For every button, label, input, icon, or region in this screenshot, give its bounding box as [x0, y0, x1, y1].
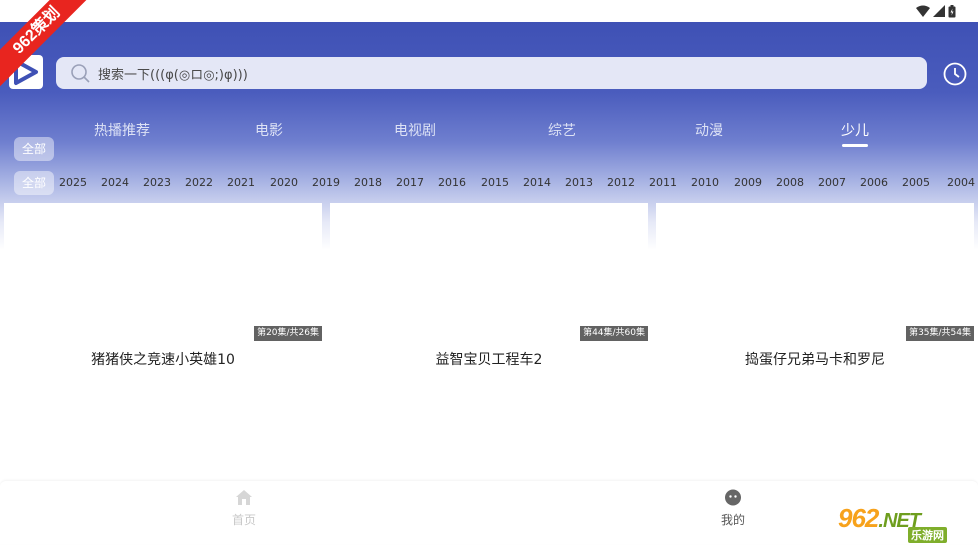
video-thumbnail [4, 203, 322, 341]
wifi-icon [916, 5, 930, 17]
tab-label: 电影 [255, 123, 283, 139]
year-chip[interactable]: 2025 [52, 176, 94, 189]
tab-movie[interactable]: 电影 [224, 120, 314, 150]
chip-label: 全部 [22, 142, 47, 156]
year-chip[interactable]: 2019 [305, 176, 347, 189]
video-card[interactable]: 第20集/共26集 猪猪侠之竞速小英雄10 [4, 203, 322, 481]
home-icon [236, 490, 252, 505]
year-chip[interactable]: 2020 [263, 176, 305, 189]
nav-home[interactable]: 首页 [214, 489, 274, 528]
filter-all-chip[interactable]: 全部 [14, 137, 55, 161]
episode-badge: 第44集/共60集 [580, 326, 648, 341]
tab-anime[interactable]: 动漫 [664, 120, 754, 150]
active-tab-indicator [842, 144, 868, 147]
bottom-nav: 首页 我的 [0, 481, 978, 544]
status-icons [916, 4, 956, 18]
status-bar [0, 0, 978, 22]
year-chip[interactable]: 2014 [516, 176, 558, 189]
search-input[interactable]: 搜索一下(((φ(◎ロ◎;)φ))) [56, 57, 927, 89]
tab-hot[interactable]: 热播推荐 [77, 120, 167, 150]
year-chip[interactable]: 2005 [895, 176, 937, 189]
video-title: 益智宝贝工程车2 [435, 352, 543, 368]
tab-label: 综艺 [548, 123, 576, 139]
search-placeholder: 搜索一下(((φ(◎ロ◎;)φ))) [98, 67, 248, 83]
year-chip[interactable]: 2017 [389, 176, 431, 189]
site-watermark: 962.NET 乐游网 [838, 503, 970, 543]
year-all-chip[interactable]: 全部 [14, 171, 55, 195]
video-grid: 第20集/共26集 猪猪侠之竞速小英雄10 第44集/共60集 益智宝贝工程车2… [0, 203, 978, 481]
nav-me[interactable]: 我的 [703, 489, 763, 528]
year-chip[interactable]: 2006 [853, 176, 895, 189]
year-chip[interactable]: 2010 [684, 176, 726, 189]
year-chip[interactable]: 2004 [937, 176, 978, 189]
watermark-subtitle: 乐游网 [908, 527, 947, 543]
tab-label: 少儿 [841, 123, 869, 139]
year-chip[interactable]: 2011 [642, 176, 684, 189]
year-chip[interactable]: 2015 [474, 176, 516, 189]
video-card[interactable]: 第44集/共60集 益智宝贝工程车2 [330, 203, 648, 481]
year-chip[interactable]: 2007 [811, 176, 853, 189]
video-thumbnail [656, 203, 974, 341]
year-chip[interactable]: 2023 [136, 176, 178, 189]
year-chip[interactable]: 2016 [431, 176, 473, 189]
year-chip[interactable]: 2013 [558, 176, 600, 189]
history-button[interactable] [942, 61, 968, 87]
clock-icon [943, 62, 967, 86]
tab-tv[interactable]: 电视剧 [370, 120, 460, 150]
year-chip[interactable]: 2012 [600, 176, 642, 189]
video-title: 捣蛋仔兄弟马卡和罗尼 [745, 352, 885, 368]
video-thumbnail [330, 203, 648, 341]
tab-label: 电视剧 [394, 123, 436, 139]
year-chip[interactable]: 2021 [220, 176, 262, 189]
category-tabs: 热播推荐 电影 电视剧 综艺 动漫 少儿 [0, 120, 978, 150]
nav-me-label: 我的 [720, 513, 745, 527]
year-chip[interactable]: 2024 [94, 176, 136, 189]
tab-label: 热播推荐 [94, 123, 150, 139]
signal-icon [933, 5, 945, 17]
year-chip[interactable]: 2018 [347, 176, 389, 189]
tab-kids[interactable]: 少儿 [810, 120, 900, 150]
year-chip[interactable]: 2009 [727, 176, 769, 189]
battery-icon [948, 4, 956, 17]
face-icon [725, 489, 741, 506]
tab-variety[interactable]: 综艺 [517, 120, 607, 150]
chip-label: 全部 [22, 176, 47, 190]
year-chip[interactable]: 2008 [769, 176, 811, 189]
watermark-number: 962 [838, 503, 879, 533]
video-title: 猪猪侠之竞速小英雄10 [91, 352, 235, 368]
episode-badge: 第20集/共26集 [254, 326, 322, 341]
nav-home-label: 首页 [231, 513, 256, 527]
year-chip[interactable]: 2022 [178, 176, 220, 189]
video-card[interactable]: 第35集/共54集 捣蛋仔兄弟马卡和罗尼 [656, 203, 974, 481]
tab-label: 动漫 [695, 123, 723, 139]
episode-badge: 第35集/共54集 [906, 326, 974, 341]
search-icon [71, 64, 90, 83]
